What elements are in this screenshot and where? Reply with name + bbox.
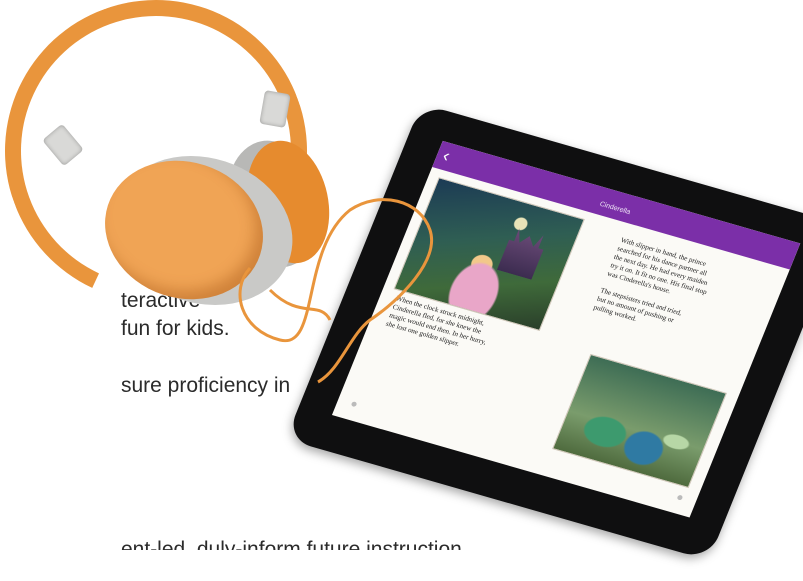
headphone-cord [238,198,433,384]
scene: teractive fun for kids. sure proficiency… [0,0,803,581]
